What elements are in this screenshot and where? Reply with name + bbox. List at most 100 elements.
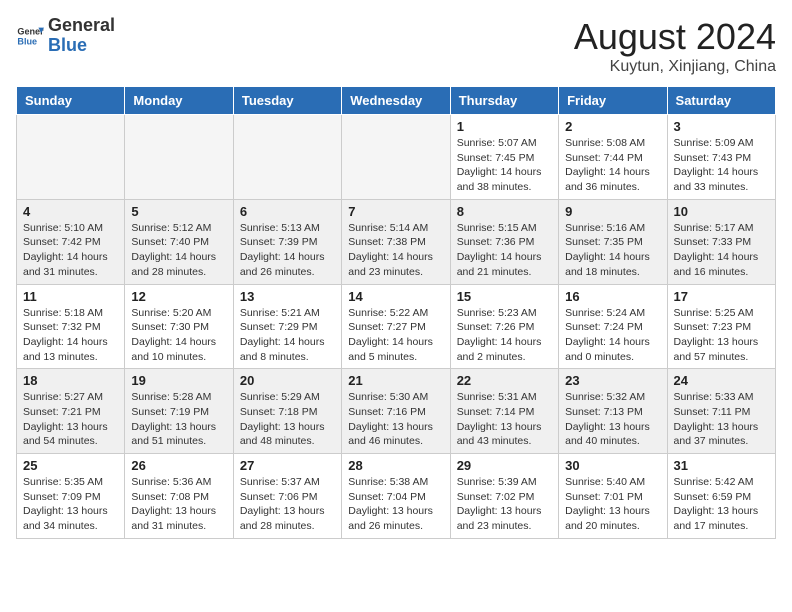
day-number: 21 [348,373,443,388]
calendar-table: SundayMondayTuesdayWednesdayThursdayFrid… [16,86,776,539]
calendar-day: 20Sunrise: 5:29 AM Sunset: 7:18 PM Dayli… [233,369,341,454]
calendar-day: 7Sunrise: 5:14 AM Sunset: 7:38 PM Daylig… [342,199,450,284]
calendar-day: 12 Sunrise: 5:20 AM Sunset: 7:30 PM Dayli… [125,284,233,369]
day-info: Sunrise: 5:09 AM Sunset: 7:43 PM Dayligh… [674,136,769,195]
day-number: 11 [23,289,118,304]
day-info: Sunrise: 5:30 AM Sunset: 7:16 PM Dayligh… [348,390,443,449]
day-number: 27 [240,458,335,473]
day-info: Sunrise: 5:13 AM Sunset: 7:39 PM Dayligh… [240,221,335,280]
logo: General Blue General Blue [16,16,115,56]
day-info: Sunrise: 5:17 AM Sunset: 7:33 PM Dayligh… [674,221,769,280]
day-number: 5 [131,204,226,219]
calendar-week-2: 4Sunrise: 5:10 AM Sunset: 7:42 PM Daylig… [17,199,776,284]
weekday-header-row: SundayMondayTuesdayWednesdayThursdayFrid… [17,87,776,115]
day-number: 25 [23,458,118,473]
calendar-day: 25 Sunrise: 5:35 AM Sunset: 7:09 PM Dayli… [17,454,125,539]
day-number: 14 [348,289,443,304]
calendar-day: 14 Sunrise: 5:22 AM Sunset: 7:27 PM Dayli… [342,284,450,369]
day-number: 7 [348,204,443,219]
day-number: 31 [674,458,769,473]
calendar-day: 2Sunrise: 5:08 AM Sunset: 7:44 PM Daylig… [559,115,667,200]
calendar-week-3: 11Sunrise: 5:18 AM Sunset: 7:32 PM Dayli… [17,284,776,369]
day-number: 15 [457,289,552,304]
page-header: General Blue General Blue August 2024 Ku… [16,16,776,76]
day-number: 19 [131,373,226,388]
day-number: 6 [240,204,335,219]
day-number: 10 [674,204,769,219]
calendar-day: 8 Sunrise: 5:15 AM Sunset: 7:36 PM Daylig… [450,199,558,284]
day-info: Sunrise: 5:37 AM Sunset: 7:06 PM Dayligh… [240,475,335,534]
calendar-day: 3 Sunrise: 5:09 AM Sunset: 7:43 PM Daylig… [667,115,775,200]
calendar-day: 9 Sunrise: 5:16 AM Sunset: 7:35 PM Daylig… [559,199,667,284]
day-info: Sunrise: 5:29 AM Sunset: 7:18 PM Dayligh… [240,390,335,449]
day-number: 1 [457,119,552,134]
day-info: Sunrise: 5:16 AM Sunset: 7:35 PM Dayligh… [565,221,660,280]
weekday-header-saturday: Saturday [667,87,775,115]
weekday-header-monday: Monday [125,87,233,115]
calendar-day [125,115,233,200]
day-info: Sunrise: 5:24 AM Sunset: 7:24 PM Dayligh… [565,306,660,365]
day-info: Sunrise: 5:36 AM Sunset: 7:08 PM Dayligh… [131,475,226,534]
day-info: Sunrise: 5:22 AM Sunset: 7:27 PM Dayligh… [348,306,443,365]
day-number: 30 [565,458,660,473]
day-number: 8 [457,204,552,219]
day-info: Sunrise: 5:35 AM Sunset: 7:09 PM Dayligh… [23,475,118,534]
day-info: Sunrise: 5:20 AM Sunset: 7:30 PM Dayligh… [131,306,226,365]
weekday-header-thursday: Thursday [450,87,558,115]
weekday-header-tuesday: Tuesday [233,87,341,115]
calendar-day: 16 Sunrise: 5:24 AM Sunset: 7:24 PM Dayli… [559,284,667,369]
calendar-day: 4Sunrise: 5:10 AM Sunset: 7:42 PM Daylig… [17,199,125,284]
day-info: Sunrise: 5:23 AM Sunset: 7:26 PM Dayligh… [457,306,552,365]
day-number: 16 [565,289,660,304]
day-info: Sunrise: 5:27 AM Sunset: 7:21 PM Dayligh… [23,390,118,449]
calendar-day: 19 Sunrise: 5:28 AM Sunset: 7:19 PM Dayli… [125,369,233,454]
calendar-day: 23 Sunrise: 5:32 AM Sunset: 7:13 PM Dayli… [559,369,667,454]
day-number: 12 [131,289,226,304]
day-number: 2 [565,119,660,134]
day-info: Sunrise: 5:07 AM Sunset: 7:45 PM Dayligh… [457,136,552,195]
day-number: 17 [674,289,769,304]
day-info: Sunrise: 5:28 AM Sunset: 7:19 PM Dayligh… [131,390,226,449]
calendar-day: 1 Sunrise: 5:07 AM Sunset: 7:45 PM Daylig… [450,115,558,200]
day-number: 4 [23,204,118,219]
calendar-day: 6 Sunrise: 5:13 AM Sunset: 7:39 PM Daylig… [233,199,341,284]
calendar-day: 31 Sunrise: 5:42 AM Sunset: 6:59 PM Dayli… [667,454,775,539]
title-block: August 2024 Kuytun, Xinjiang, China [574,16,776,76]
calendar-day: 17 Sunrise: 5:25 AM Sunset: 7:23 PM Dayli… [667,284,775,369]
calendar-day: 15 Sunrise: 5:23 AM Sunset: 7:26 PM Dayli… [450,284,558,369]
day-info: Sunrise: 5:25 AM Sunset: 7:23 PM Dayligh… [674,306,769,365]
calendar-day: 5 Sunrise: 5:12 AM Sunset: 7:40 PM Daylig… [125,199,233,284]
weekday-header-friday: Friday [559,87,667,115]
calendar-day: 10 Sunrise: 5:17 AM Sunset: 7:33 PM Dayli… [667,199,775,284]
day-info: Sunrise: 5:38 AM Sunset: 7:04 PM Dayligh… [348,475,443,534]
day-number: 13 [240,289,335,304]
month-year: August 2024 [574,16,776,58]
weekday-header-wednesday: Wednesday [342,87,450,115]
calendar-day [342,115,450,200]
day-number: 9 [565,204,660,219]
day-info: Sunrise: 5:42 AM Sunset: 6:59 PM Dayligh… [674,475,769,534]
day-info: Sunrise: 5:33 AM Sunset: 7:11 PM Dayligh… [674,390,769,449]
calendar-day: 21 Sunrise: 5:30 AM Sunset: 7:16 PM Dayli… [342,369,450,454]
day-number: 24 [674,373,769,388]
logo-text: General Blue [48,16,115,56]
day-number: 18 [23,373,118,388]
calendar-day: 29Sunrise: 5:39 AM Sunset: 7:02 PM Dayli… [450,454,558,539]
calendar-week-5: 25 Sunrise: 5:35 AM Sunset: 7:09 PM Dayli… [17,454,776,539]
calendar-day: 18 Sunrise: 5:27 AM Sunset: 7:21 PM Dayli… [17,369,125,454]
calendar-day: 27 Sunrise: 5:37 AM Sunset: 7:06 PM Dayli… [233,454,341,539]
weekday-header-sunday: Sunday [17,87,125,115]
day-info: Sunrise: 5:12 AM Sunset: 7:40 PM Dayligh… [131,221,226,280]
day-info: Sunrise: 5:15 AM Sunset: 7:36 PM Dayligh… [457,221,552,280]
day-number: 22 [457,373,552,388]
day-info: Sunrise: 5:32 AM Sunset: 7:13 PM Dayligh… [565,390,660,449]
day-number: 23 [565,373,660,388]
calendar-day: 28Sunrise: 5:38 AM Sunset: 7:04 PM Dayli… [342,454,450,539]
calendar-day: 22 Sunrise: 5:31 AM Sunset: 7:14 PM Dayli… [450,369,558,454]
day-info: Sunrise: 5:21 AM Sunset: 7:29 PM Dayligh… [240,306,335,365]
day-number: 3 [674,119,769,134]
calendar-day: 30Sunrise: 5:40 AM Sunset: 7:01 PM Dayli… [559,454,667,539]
day-info: Sunrise: 5:31 AM Sunset: 7:14 PM Dayligh… [457,390,552,449]
svg-text:Blue: Blue [17,36,37,46]
calendar-day [17,115,125,200]
